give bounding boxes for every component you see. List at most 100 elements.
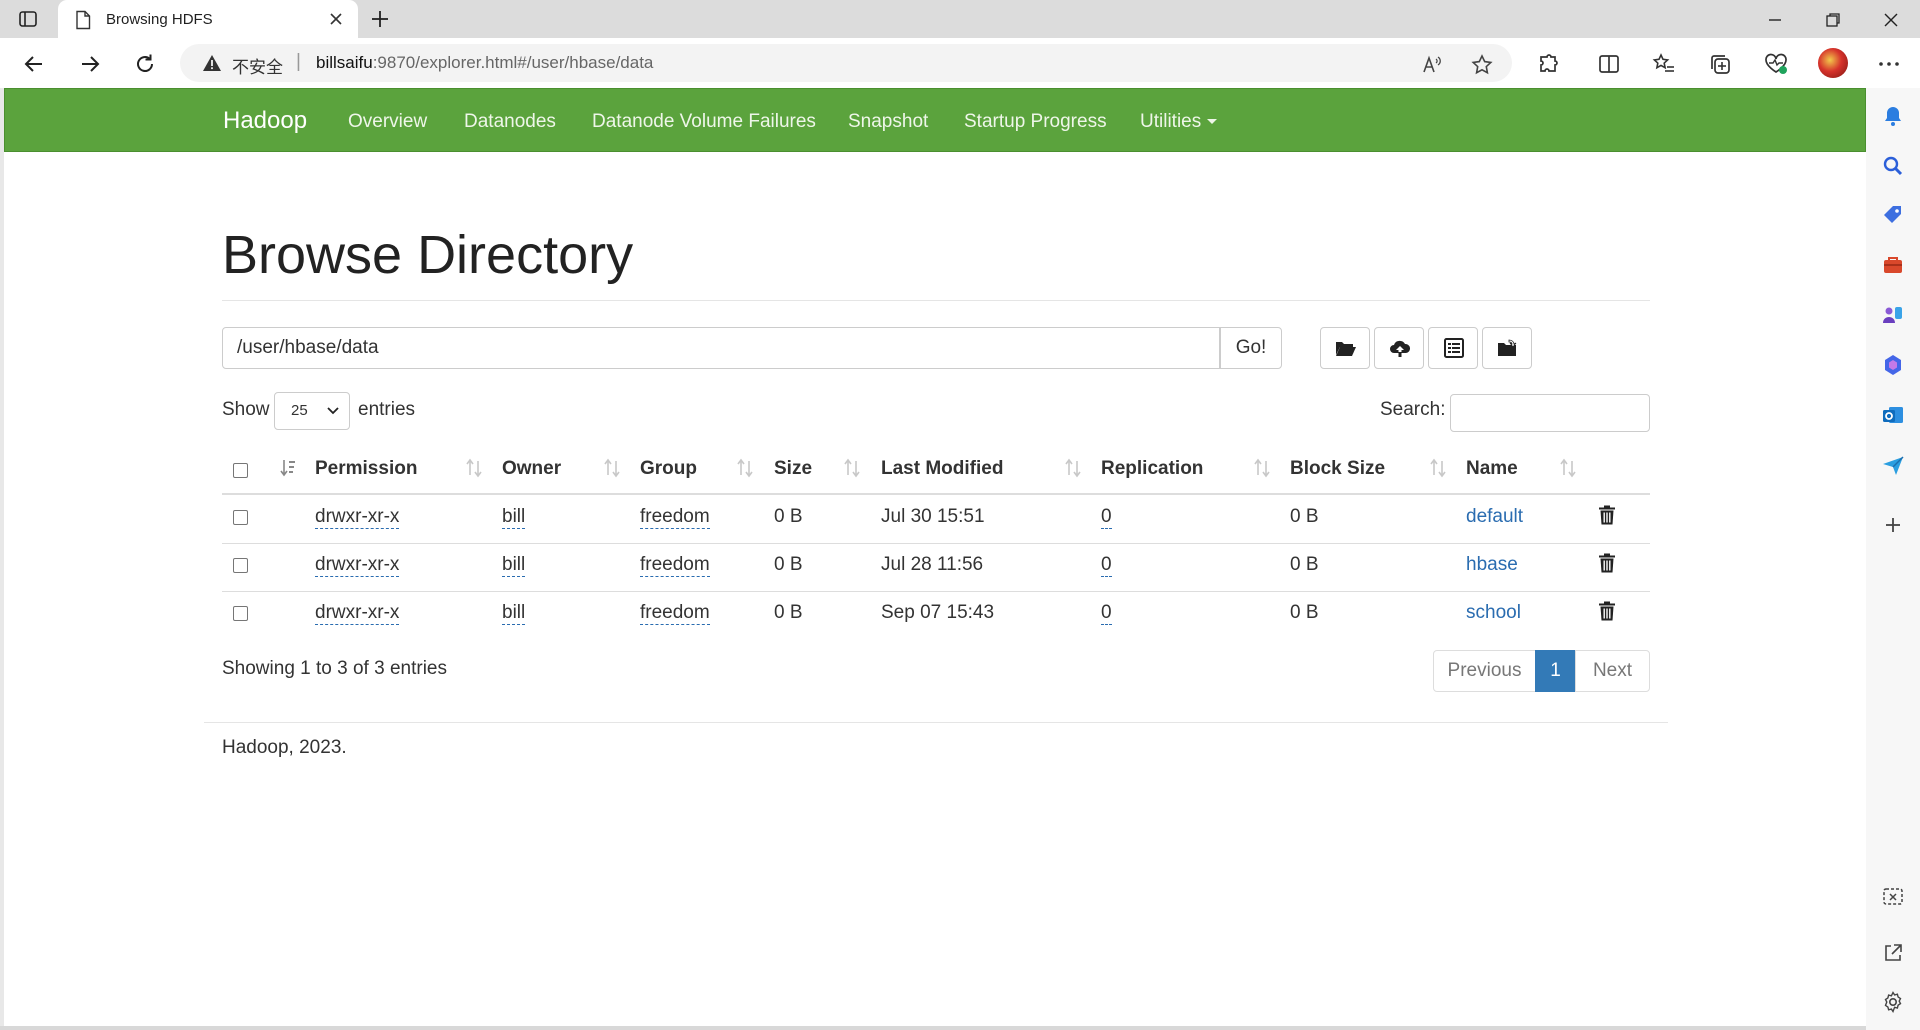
sort-both-icon[interactable] xyxy=(604,458,620,478)
sort-ascending-icon[interactable] xyxy=(280,458,296,478)
sort-both-icon[interactable] xyxy=(737,458,753,478)
profile-avatar[interactable] xyxy=(1818,48,1848,78)
back-arrow-icon[interactable] xyxy=(20,50,48,78)
browser-tab-active[interactable]: Browsing HDFS xyxy=(58,0,358,38)
minimize-icon[interactable] xyxy=(1762,7,1788,33)
row-group[interactable]: freedom xyxy=(640,506,710,529)
games-icon[interactable] xyxy=(1881,303,1905,327)
performance-heart-icon[interactable] xyxy=(1762,50,1790,78)
row-replication[interactable]: 0 xyxy=(1101,554,1112,577)
row-last-modified: Jul 28 11:56 xyxy=(881,554,984,575)
sort-both-icon[interactable] xyxy=(466,458,482,478)
close-window-icon[interactable] xyxy=(1878,7,1904,33)
row-block-size: 0 B xyxy=(1290,554,1319,575)
directory-path-input[interactable] xyxy=(222,327,1220,369)
split-screen-icon[interactable] xyxy=(1595,50,1623,78)
trash-icon[interactable] xyxy=(1598,601,1616,621)
row-group[interactable]: freedom xyxy=(640,554,710,577)
column-header-last-modified[interactable]: Last Modified xyxy=(881,458,1003,480)
nav-link-utilities[interactable]: Utilities xyxy=(1140,111,1218,133)
screenshot-icon[interactable] xyxy=(1881,885,1905,909)
read-aloud-icon[interactable] xyxy=(1420,53,1444,77)
url-bar[interactable]: 不安全 | billsaifu:9870/explorer.html#/user… xyxy=(180,44,1512,82)
go-button[interactable]: Go! xyxy=(1220,327,1282,369)
url-text[interactable]: billsaifu:9870/explorer.html#/user/hbase… xyxy=(316,53,653,73)
column-header-block-size[interactable]: Block Size xyxy=(1290,458,1385,480)
row-name-link[interactable]: school xyxy=(1466,602,1521,624)
folder-move-icon xyxy=(1498,339,1517,356)
column-header-group[interactable]: Group xyxy=(640,458,697,480)
pagination-next[interactable]: Next xyxy=(1575,650,1650,692)
row-replication[interactable]: 0 xyxy=(1101,602,1112,625)
restore-icon[interactable] xyxy=(1820,7,1846,33)
select-all-checkbox[interactable] xyxy=(233,463,248,478)
row-last-modified: Sep 07 15:43 xyxy=(881,602,995,623)
more-menu-icon[interactable] xyxy=(1875,50,1903,78)
sort-both-icon[interactable] xyxy=(1430,458,1446,478)
collections-icon[interactable] xyxy=(1706,50,1734,78)
search-icon[interactable] xyxy=(1881,154,1905,178)
paste-button[interactable] xyxy=(1482,327,1532,369)
row-name-link[interactable]: hbase xyxy=(1466,554,1518,576)
pagination-page-1[interactable]: 1 xyxy=(1535,650,1576,692)
new-tab-icon[interactable] xyxy=(368,7,392,31)
row-permission[interactable]: drwxr-xr-x xyxy=(315,554,400,577)
divider xyxy=(222,300,1650,301)
favorites-icon[interactable] xyxy=(1650,50,1678,78)
row-permission[interactable]: drwxr-xr-x xyxy=(315,602,400,625)
nav-link-startup-progress[interactable]: Startup Progress xyxy=(964,111,1107,133)
add-icon[interactable] xyxy=(1881,513,1905,537)
copilot-icon[interactable] xyxy=(1881,353,1905,377)
close-icon[interactable] xyxy=(326,9,346,29)
row-checkbox[interactable] xyxy=(233,606,248,621)
navbar-brand[interactable]: Hadoop xyxy=(223,107,307,135)
row-name-link[interactable]: default xyxy=(1466,506,1523,528)
tab-actions-icon[interactable] xyxy=(18,9,38,29)
security-status[interactable]: 不安全 xyxy=(232,53,283,78)
nav-link-overview[interactable]: Overview xyxy=(348,111,427,133)
nav-link-snapshot[interactable]: Snapshot xyxy=(848,111,928,133)
column-header-name[interactable]: Name xyxy=(1466,458,1518,480)
bell-icon[interactable] xyxy=(1881,104,1905,128)
pagination-previous[interactable]: Previous xyxy=(1433,650,1536,692)
row-checkbox[interactable] xyxy=(233,558,248,573)
row-owner[interactable]: bill xyxy=(502,506,526,529)
trash-icon[interactable] xyxy=(1598,553,1616,573)
column-header-permission[interactable]: Permission xyxy=(315,458,417,480)
open-external-icon[interactable] xyxy=(1881,941,1905,965)
row-owner[interactable]: bill xyxy=(502,554,526,577)
nav-link-volume-failures[interactable]: Datanode Volume Failures xyxy=(592,111,816,133)
sort-both-icon[interactable] xyxy=(1254,458,1270,478)
send-paper-plane-icon[interactable] xyxy=(1881,453,1905,477)
column-header-size[interactable]: Size xyxy=(774,458,812,480)
warning-icon[interactable] xyxy=(202,54,222,72)
trash-icon[interactable] xyxy=(1598,505,1616,525)
favorite-star-icon[interactable] xyxy=(1470,53,1494,77)
row-checkbox[interactable] xyxy=(233,510,248,525)
settings-gear-icon[interactable] xyxy=(1881,990,1905,1014)
row-owner[interactable]: bill xyxy=(502,602,526,625)
row-group[interactable]: freedom xyxy=(640,602,710,625)
entries-per-page-select[interactable]: 25 xyxy=(274,392,350,430)
cut-paste-button[interactable] xyxy=(1428,327,1478,369)
browser-tab-bar: Browsing HDFS xyxy=(0,0,1920,38)
upload-button[interactable] xyxy=(1374,327,1424,369)
table-search-input[interactable] xyxy=(1450,394,1650,432)
column-header-owner[interactable]: Owner xyxy=(502,458,561,480)
outlook-icon[interactable] xyxy=(1881,403,1905,427)
row-permission[interactable]: drwxr-xr-x xyxy=(315,506,400,529)
sort-both-icon[interactable] xyxy=(1560,458,1576,478)
shopping-tag-icon[interactable] xyxy=(1881,203,1905,227)
extensions-icon[interactable] xyxy=(1534,50,1562,78)
row-divider xyxy=(222,591,1650,592)
sort-both-icon[interactable] xyxy=(1065,458,1081,478)
forward-arrow-icon[interactable] xyxy=(76,50,104,78)
table-header-divider xyxy=(222,493,1650,495)
row-replication[interactable]: 0 xyxy=(1101,506,1112,529)
column-header-replication[interactable]: Replication xyxy=(1101,458,1203,480)
sort-both-icon[interactable] xyxy=(844,458,860,478)
tools-briefcase-icon[interactable] xyxy=(1881,253,1905,277)
nav-link-datanodes[interactable]: Datanodes xyxy=(464,111,556,133)
refresh-icon[interactable] xyxy=(131,50,159,78)
create-directory-button[interactable] xyxy=(1320,327,1370,369)
